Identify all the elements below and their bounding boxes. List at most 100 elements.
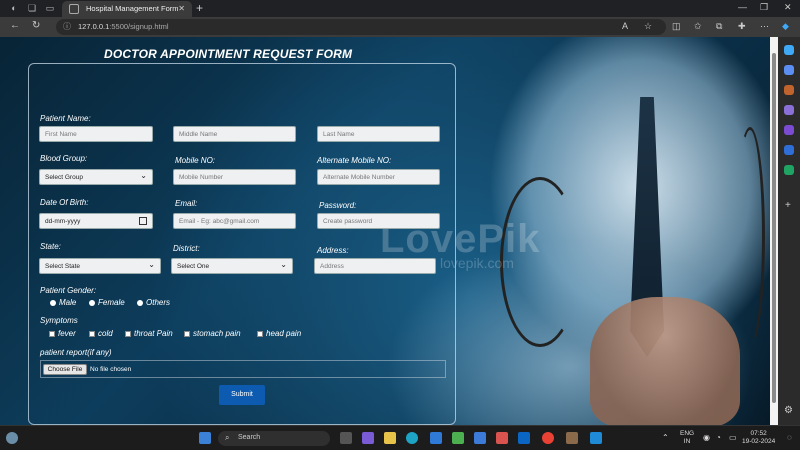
battery-icon[interactable]: ▭ (729, 434, 737, 442)
more-menu-icon[interactable]: ⋯ (760, 21, 769, 32)
gender-male-option[interactable]: Male (50, 298, 76, 307)
symptom-stomach-pain-label: stomach pain (193, 329, 241, 338)
collections-icon[interactable]: ⧉ (716, 21, 722, 32)
checkbox-cold[interactable] (89, 330, 95, 337)
last-name-input[interactable]: Last Name (317, 126, 440, 142)
sidebar-people-icon[interactable] (784, 105, 794, 115)
tab-actions-icon[interactable]: ▭ (44, 3, 56, 14)
sidebar-outlook-icon[interactable] (784, 145, 794, 155)
middle-name-input[interactable]: Middle Name (173, 126, 296, 142)
taskbar-search[interactable]: ⌕ Search (218, 431, 330, 446)
mobile-input[interactable]: Mobile Number (173, 169, 296, 185)
radio-female[interactable] (89, 299, 95, 306)
minimize-icon[interactable]: — (738, 2, 747, 12)
sidebar-add-icon[interactable]: + (785, 200, 791, 211)
mail-icon[interactable] (474, 432, 486, 444)
symptom-stomach-pain[interactable]: stomach pain (184, 329, 241, 338)
excel-icon[interactable] (452, 432, 464, 444)
page-scrollbar[interactable] (770, 37, 778, 425)
checkbox-stomach-pain[interactable] (184, 330, 190, 337)
address-label: Address: (317, 246, 349, 255)
volume-icon[interactable]: ◔ (716, 434, 721, 442)
submit-button[interactable]: Submit (219, 385, 265, 405)
first-name-input[interactable]: First Name (39, 126, 153, 142)
edge-icon[interactable] (406, 432, 418, 444)
sidebar-search-icon[interactable] (784, 45, 794, 55)
url-path: :5500/signup.html (109, 22, 169, 31)
tray-expand-icon[interactable]: ⌃ (662, 434, 669, 442)
favorite-star-icon[interactable]: ☆ (644, 21, 652, 32)
store-icon[interactable] (430, 432, 442, 444)
active-tab[interactable]: Hospital Management Form ✕ (62, 1, 192, 17)
dob-label: Date Of Birth: (40, 198, 89, 207)
radio-male[interactable] (50, 299, 56, 306)
state-label: State: (40, 242, 61, 251)
dob-input[interactable]: dd-mm-yyyy (39, 213, 153, 229)
blood-group-select[interactable]: Select Group (39, 169, 153, 185)
copilot-icon[interactable]: ◆ (782, 21, 789, 32)
checkbox-throat-pain[interactable] (125, 330, 131, 337)
teams-icon[interactable] (362, 432, 374, 444)
close-window-icon[interactable]: ✕ (784, 2, 792, 13)
sidebar-settings-icon[interactable]: ⚙ (784, 405, 793, 416)
doctor-hands-graphic (590, 297, 740, 425)
url-host: 127.0.0.1 (78, 22, 110, 31)
new-tab-button[interactable]: + (196, 1, 203, 15)
extensions-icon[interactable]: ✚ (738, 21, 746, 32)
checkbox-head-pain[interactable] (257, 330, 263, 337)
chrome-icon[interactable] (542, 432, 554, 444)
gender-others-label: Others (146, 298, 171, 307)
workspaces-icon[interactable]: ❏ (26, 3, 38, 14)
site-info-icon[interactable]: ⓘ (63, 21, 71, 32)
tab-title: Hospital Management Form (86, 4, 179, 13)
calendar-icon[interactable] (139, 217, 147, 225)
address-toolbar: ← ↻ ⓘ 127.0.0.1:5500/signup.html A ☆ ◫ ✩… (0, 17, 800, 37)
gender-label: Patient Gender: (40, 286, 97, 295)
symptom-throat-pain[interactable]: throat Pain (125, 329, 173, 338)
close-tab-icon[interactable]: ✕ (178, 4, 185, 13)
sidebar-drop-icon[interactable] (784, 165, 794, 175)
address-input[interactable]: Address (314, 258, 436, 274)
favorites-icon[interactable]: ✩ (694, 21, 702, 32)
linkedin-icon[interactable] (518, 432, 530, 444)
language-indicator[interactable]: ENG IN (680, 430, 694, 446)
gender-others-option[interactable]: Others (137, 298, 170, 307)
read-aloud-icon[interactable]: A (622, 21, 628, 31)
scrollbar-thumb[interactable] (772, 53, 776, 403)
symptom-cold[interactable]: cold (89, 329, 113, 338)
state-select[interactable]: Select State (39, 258, 161, 274)
checkbox-fever[interactable] (49, 330, 55, 337)
photo-app-icon[interactable] (566, 432, 578, 444)
alt-mobile-input[interactable]: Alternate Mobile Number (317, 169, 440, 185)
profile-icon[interactable]: ◐ (8, 3, 20, 14)
password-input[interactable]: Create password (317, 213, 440, 229)
symptom-head-pain[interactable]: head pain (257, 329, 301, 338)
notifications-icon[interactable]: ◌ (787, 434, 792, 442)
back-icon[interactable]: ← (10, 20, 20, 31)
file-explorer-icon[interactable] (384, 432, 396, 444)
clock-date: 19-02-2024 (742, 438, 776, 445)
mobile-label: Mobile NO: (175, 156, 216, 165)
sidebar-tag-icon[interactable] (784, 65, 794, 75)
refresh-icon[interactable]: ↻ (32, 20, 40, 31)
symptom-fever[interactable]: fever (49, 329, 76, 338)
network-icon[interactable]: ◉ (703, 434, 710, 442)
sidebar-shopping-icon[interactable] (784, 85, 794, 95)
vscode-icon[interactable] (590, 432, 602, 444)
radio-others[interactable] (137, 299, 143, 306)
start-icon[interactable] (199, 432, 211, 444)
district-select[interactable]: Select One (171, 258, 293, 274)
weather-icon[interactable] (6, 432, 18, 444)
choose-file-button[interactable]: Choose File (43, 364, 87, 375)
mcafee-icon[interactable] (496, 432, 508, 444)
maximize-icon[interactable]: ❐ (760, 2, 768, 13)
email-input[interactable]: Email - Eg: abc@gmail.com (173, 213, 296, 229)
task-view-icon[interactable] (340, 432, 352, 444)
district-label: District: (173, 244, 200, 253)
report-label: patient report(if any) (40, 348, 112, 357)
gender-female-option[interactable]: Female (89, 298, 125, 307)
address-bar[interactable]: ⓘ 127.0.0.1:5500/signup.html (56, 19, 666, 35)
sidebar-games-icon[interactable] (784, 125, 794, 135)
clock[interactable]: 07:52 19-02-2024 (742, 430, 775, 446)
split-screen-icon[interactable]: ◫ (672, 21, 681, 32)
